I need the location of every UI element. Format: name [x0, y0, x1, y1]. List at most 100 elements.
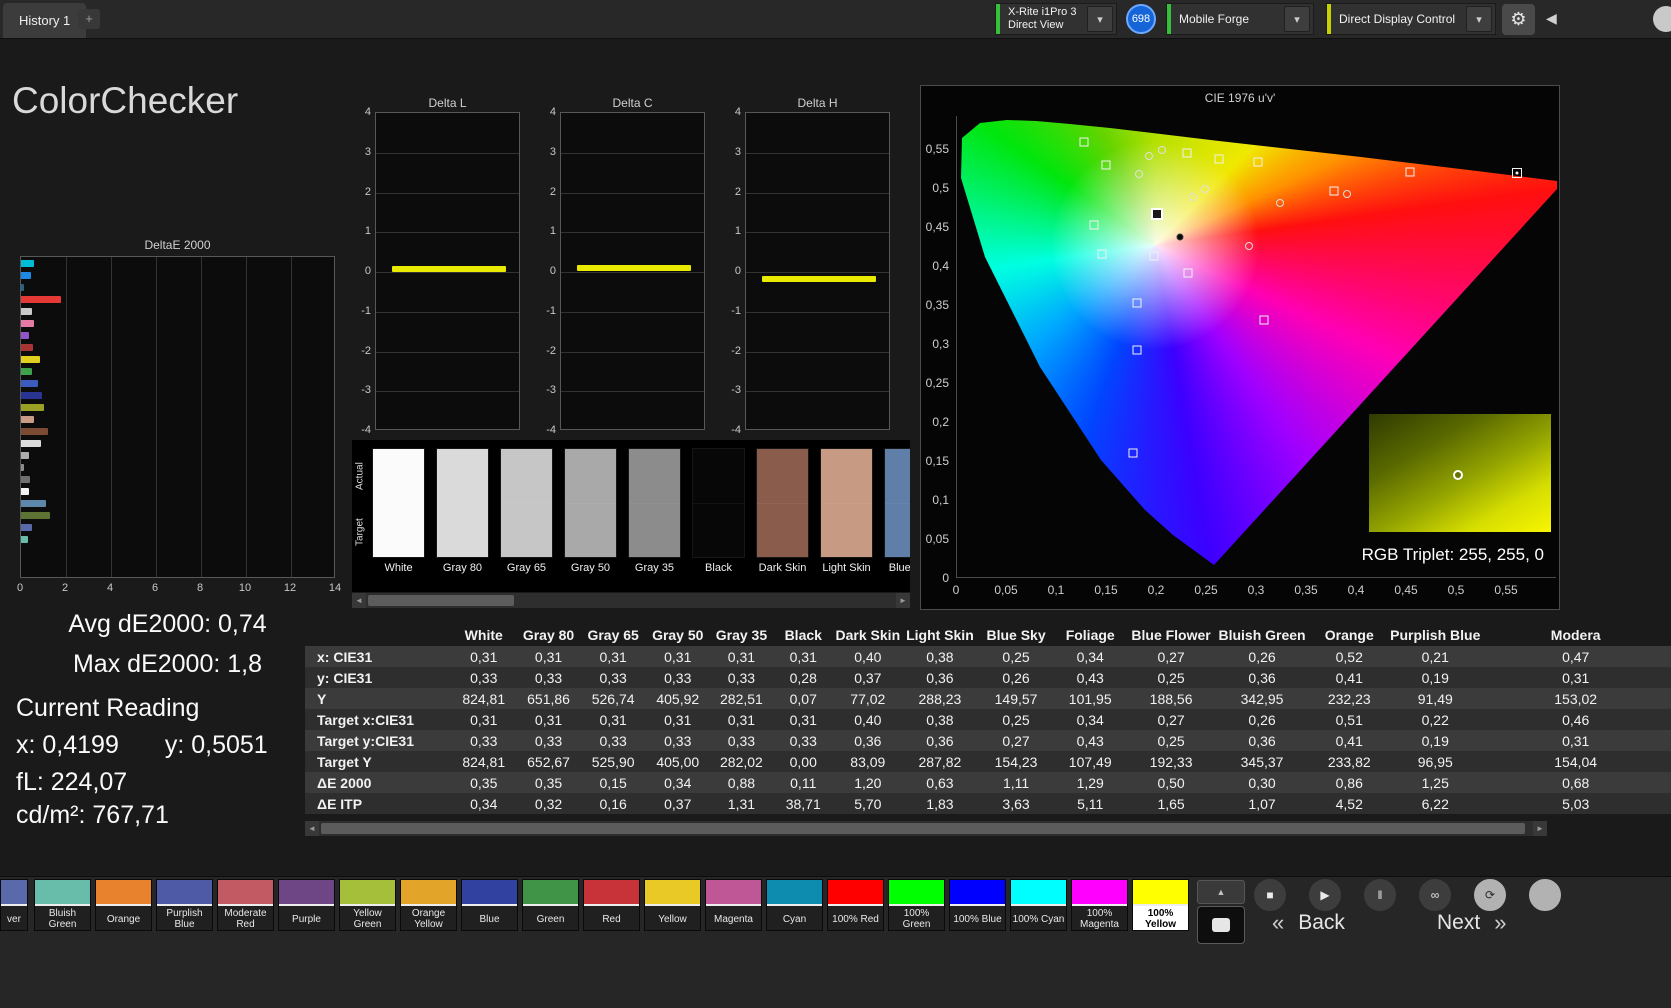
expand-up-button[interactable]: ▲ [1197, 880, 1245, 904]
scroll-thumb[interactable] [368, 595, 514, 606]
patch-color [218, 880, 273, 906]
patch-button-100-yellow[interactable]: 100% Yellow [1132, 879, 1189, 931]
table-cell: 651,86 [527, 690, 570, 707]
patch-button-100-magenta[interactable]: 100% Magenta [1071, 879, 1128, 931]
refresh-button[interactable]: ⟳ [1473, 878, 1507, 912]
table-column-header: Blue Sky [986, 627, 1046, 643]
scroll-right-icon[interactable]: ► [896, 593, 910, 608]
patch-button-purplish-blue[interactable]: Purplish Blue [156, 879, 213, 931]
patch-button-bluish-green[interactable]: Bluish Green [34, 879, 91, 931]
patch-button-green[interactable]: Green [522, 879, 579, 931]
patch-button-100-blue[interactable]: 100% Blue [949, 879, 1006, 931]
table-cell: 0,33 [664, 732, 692, 749]
next-button[interactable]: Next » [1437, 910, 1506, 936]
patch-button-100-red[interactable]: 100% Red [827, 879, 884, 931]
scroll-left-icon[interactable]: ◄ [352, 593, 366, 608]
table-cell: 0,31 [727, 711, 756, 728]
settings-gear-button[interactable]: ⚙ [1502, 4, 1535, 35]
deltae-x-tick: 2 [61, 582, 69, 594]
color-ramp-inset[interactable] [1369, 414, 1551, 532]
table-cell: 0,11 [790, 774, 817, 791]
delta-y-tick: 1 [734, 225, 741, 238]
patch-preview-strip: Actual Target White Gray 80 Gray 65 Gray 50… [352, 440, 910, 592]
delta-gridline [376, 272, 519, 273]
swatch-item[interactable]: Gray 35 [628, 448, 681, 574]
table-column-header: Dark Skin [835, 627, 901, 643]
continuous-button[interactable]: ∞ [1418, 878, 1452, 912]
swatch-item[interactable]: White [372, 448, 425, 574]
add-tab-button[interactable]: + [78, 9, 100, 29]
scroll-right-icon[interactable]: ► [1533, 821, 1547, 836]
delta-y-tick: -1 [361, 304, 371, 317]
patch-button-purple[interactable]: Purple [278, 879, 335, 931]
swatch-item[interactable]: Black [692, 448, 745, 574]
patch-button-moderate-red[interactable]: Moderate Red [217, 879, 274, 931]
swatch-item[interactable]: Gray 50 [564, 448, 617, 574]
table-cell: 0,86 [1335, 774, 1363, 791]
table-row: Y 824,81 651,86 526,74 405,92 282,51 0,07 77,02… [305, 688, 1671, 709]
swatch-item[interactable]: Gray 65 [500, 448, 553, 574]
source-selector[interactable]: Mobile Forge ▾ [1166, 3, 1314, 35]
patch-button-orange-yellow[interactable]: Orange Yellow [400, 879, 457, 931]
patch-label: Bluish Green [48, 908, 77, 930]
table-cell: 0,51 [1335, 711, 1363, 728]
display-control-selector[interactable]: Direct Display Control ▾ [1326, 3, 1496, 35]
table-scrollbar[interactable]: ◄ ► [305, 821, 1547, 836]
patch-button-yellow[interactable]: Yellow [644, 879, 701, 931]
patch-color [767, 880, 822, 906]
table-column-header: Modera [1550, 627, 1601, 643]
chevron-down-icon[interactable]: ▾ [1284, 6, 1310, 32]
delta-y-tick: -3 [361, 384, 371, 397]
delta-gridline [746, 311, 889, 313]
table-cell: 0,31 [1562, 669, 1590, 686]
patch-color [96, 880, 151, 906]
patch-button-orange[interactable]: Orange [95, 879, 152, 931]
patch-color [1072, 880, 1127, 906]
cie-y-tick: 0,3 [932, 337, 949, 351]
patch-button-magenta[interactable]: Magenta [705, 879, 762, 931]
deltae-bar [21, 260, 35, 267]
tab-history-1[interactable]: History 1 [3, 3, 87, 38]
delta-y-tick: -2 [361, 344, 371, 357]
chevron-down-icon[interactable]: ▾ [1466, 6, 1492, 32]
swatch-color [692, 448, 745, 558]
collapse-panel-icon[interactable]: ◀ [1546, 10, 1557, 27]
cie-marker-square [1101, 160, 1111, 170]
back-button[interactable]: « Back [1272, 910, 1345, 936]
delta-gridline [746, 232, 889, 234]
extra-button[interactable] [1528, 878, 1562, 912]
table-row-label: Target y:CIE31 [317, 732, 414, 749]
patch-button-blue[interactable]: Blue [461, 879, 518, 931]
cie-marker-square [1132, 345, 1142, 355]
meter-count-badge[interactable]: 698 [1126, 4, 1156, 34]
meter-selector[interactable]: X-Rite i1Pro 3 Direct View ▾ [995, 3, 1117, 35]
play-button[interactable]: ▶ [1308, 878, 1342, 912]
table-cell: 3,63 [1002, 795, 1030, 812]
stop-button[interactable]: ■ [1253, 878, 1287, 912]
swatch-item[interactable]: Dark Skin [756, 448, 809, 574]
swatch-item[interactable]: Gray 80 [436, 448, 489, 574]
patch-button-yellow-green[interactable]: Yellow Green [339, 879, 396, 931]
deltae-bar [21, 308, 33, 315]
display-window-button[interactable] [1197, 906, 1245, 944]
patch-button-100-green[interactable]: 100% Green [888, 879, 945, 931]
patch-button-100-cyan[interactable]: 100% Cyan [1010, 879, 1067, 931]
table-cell: 192,33 [1149, 753, 1193, 770]
cie-marker-square-dot [1512, 168, 1522, 178]
scroll-left-icon[interactable]: ◄ [305, 821, 319, 836]
table-cell: 0,33 [727, 732, 756, 749]
swatch-scrollbar[interactable]: ◄ ► [352, 593, 910, 608]
table-cell: 405,92 [656, 690, 700, 707]
delta-y-tick: 4 [734, 106, 741, 118]
pause-button[interactable]: ‖ [1363, 878, 1397, 912]
patch-button-cyan[interactable]: Cyan [766, 879, 823, 931]
chevron-down-icon[interactable]: ▾ [1087, 6, 1113, 32]
swatch-item[interactable]: Light Skin [820, 448, 873, 574]
rgb-triplet-label: RGB Triplet: 255, 255, 0 [1361, 545, 1544, 564]
deltae-bar [21, 284, 25, 291]
patch-button-ver[interactable]: ver [0, 879, 28, 931]
meter-selector-label: X-Rite i1Pro 3 Direct View [1008, 6, 1077, 31]
scroll-thumb[interactable] [321, 823, 1525, 834]
patch-button-red[interactable]: Red [583, 879, 640, 931]
swatch-item[interactable]: Blue Sky [884, 448, 910, 574]
